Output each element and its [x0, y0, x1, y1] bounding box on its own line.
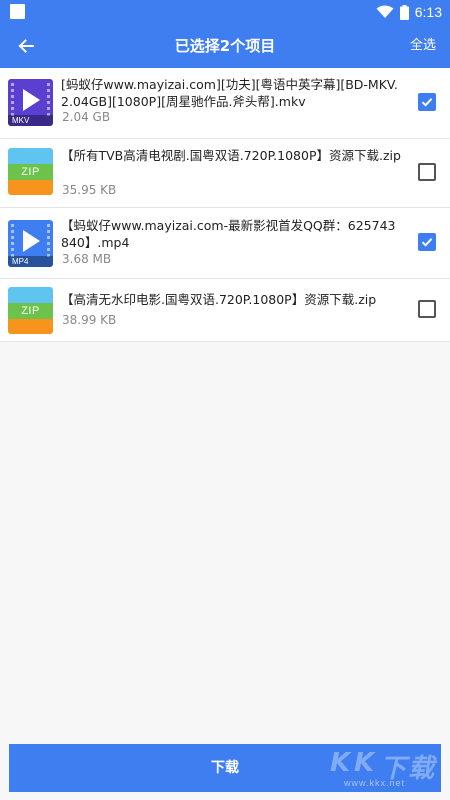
zip-file-icon: ZIP	[8, 287, 53, 334]
file-checkbox[interactable]	[418, 233, 436, 251]
select-all-button[interactable]: 全选	[410, 24, 436, 68]
play-icon	[23, 89, 40, 111]
film-strip-right	[45, 83, 50, 116]
file-ext-label: MKV	[12, 116, 30, 125]
status-right-group: 6:13	[376, 3, 442, 21]
film-strip-right	[45, 224, 50, 257]
file-size: 3.68 MB	[62, 252, 112, 266]
file-name: [蚂蚁仔www.mayizai.com][功夫][粤语中英字幕][BD-MKV.…	[61, 77, 398, 109]
file-ext-label: ZIP	[21, 166, 40, 178]
zip-file-icon: ZIP	[8, 148, 53, 195]
download-button[interactable]: 下载	[9, 744, 441, 792]
film-strip-left	[11, 83, 16, 116]
file-row-zip[interactable]: ZIP 【所有TVB高清电视剧.国粤双语.720P.1080P】资源下载.zip…	[0, 139, 450, 208]
file-name: 【所有TVB高清电视剧.国粤双语.720P.1080P】资源下载.zip	[61, 148, 401, 163]
status-bar: 6:13	[0, 0, 450, 24]
zip-band-bottom	[8, 180, 53, 195]
checkmark-icon	[421, 98, 433, 107]
file-checkbox[interactable]	[418, 300, 436, 318]
zip-band-top	[8, 148, 53, 164]
film-strip-left	[11, 224, 16, 257]
file-name: 【高清无水印电影.国粤双语.720P.1080P】资源下载.zip	[61, 292, 377, 307]
file-size: 35.95 KB	[62, 183, 117, 197]
file-size: 2.04 GB	[62, 110, 111, 124]
battery-icon	[399, 4, 409, 20]
video-file-icon: MKV	[8, 79, 53, 126]
file-row-zip[interactable]: ZIP 【高清无水印电影.国粤双语.720P.1080P】资源下载.zip 38…	[0, 279, 450, 342]
file-name: 【蚂蚁仔www.mayizai.com-最新影视首发QQ群：625743840】…	[61, 218, 396, 250]
file-size: 38.99 KB	[62, 313, 117, 327]
checkmark-icon	[421, 238, 433, 247]
page-title: 已选择2个项目	[174, 37, 276, 55]
file-row-mp4[interactable]: MP4 【蚂蚁仔www.mayizai.com-最新影视首发QQ群：625743…	[0, 208, 450, 279]
video-file-icon: MP4	[8, 220, 53, 267]
status-time: 6:13	[414, 4, 442, 20]
file-list: MKV [蚂蚁仔www.mayizai.com][功夫][粤语中英字幕][BD-…	[0, 68, 450, 342]
zip-band-top	[8, 287, 53, 303]
app-notification-icon	[10, 4, 25, 19]
play-icon	[23, 230, 40, 252]
file-checkbox[interactable]	[418, 163, 436, 181]
file-row-mkv[interactable]: MKV [蚂蚁仔www.mayizai.com][功夫][粤语中英字幕][BD-…	[0, 68, 450, 139]
file-checkbox[interactable]	[418, 93, 436, 111]
app-bar: 已选择2个项目 全选	[0, 24, 450, 68]
file-ext-label: MP4	[12, 257, 29, 266]
zip-band-bottom	[8, 319, 53, 334]
wifi-icon	[376, 5, 394, 18]
file-ext-label: ZIP	[21, 305, 40, 317]
